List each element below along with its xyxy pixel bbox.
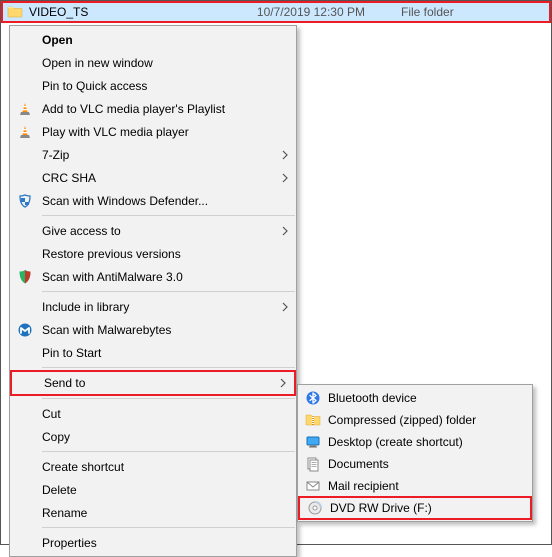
menu-vlc-play[interactable]: Play with VLC media player	[10, 120, 296, 143]
menu-open-label: Open	[42, 33, 288, 47]
folder-icon	[7, 4, 23, 20]
menu-separator	[42, 215, 295, 216]
submenu-compressed[interactable]: Compressed (zipped) folder	[298, 409, 532, 431]
menu-label: Pin to Quick access	[42, 79, 288, 93]
menu-copy[interactable]: Copy	[10, 425, 296, 448]
vlc-icon	[14, 100, 36, 118]
chevron-right-icon	[276, 150, 288, 160]
menu-restore-versions[interactable]: Restore previous versions	[10, 242, 296, 265]
bluetooth-icon	[302, 389, 324, 407]
menu-label: Add to VLC media player's Playlist	[42, 102, 288, 116]
blank-icon	[14, 405, 36, 423]
blank-icon	[14, 77, 36, 95]
submenu-label: Bluetooth device	[328, 391, 524, 405]
menu-crc-sha[interactable]: CRC SHA	[10, 166, 296, 189]
blank-icon	[14, 222, 36, 240]
menu-separator	[42, 291, 295, 292]
menu-give-access[interactable]: Give access to	[10, 219, 296, 242]
file-type: File folder	[371, 5, 545, 19]
menu-label: CRC SHA	[42, 171, 276, 185]
menu-cut[interactable]: Cut	[10, 402, 296, 425]
blank-icon	[14, 169, 36, 187]
menu-label: Properties	[42, 536, 288, 550]
blank-icon	[14, 534, 36, 552]
menu-label: Play with VLC media player	[42, 125, 288, 139]
menu-label: Pin to Start	[42, 346, 288, 360]
mail-icon	[302, 477, 324, 495]
menu-label: Copy	[42, 430, 288, 444]
file-list-row[interactable]: VIDEO_TS 10/7/2019 12:30 PM File folder	[1, 1, 551, 23]
defender-shield-icon	[14, 192, 36, 210]
submenu-bluetooth[interactable]: Bluetooth device	[298, 387, 532, 409]
documents-icon	[302, 455, 324, 473]
menu-create-shortcut[interactable]: Create shortcut	[10, 455, 296, 478]
zip-folder-icon	[302, 411, 324, 429]
blank-icon	[14, 428, 36, 446]
menu-rename[interactable]: Rename	[10, 501, 296, 524]
blank-icon	[14, 481, 36, 499]
blank-icon	[14, 54, 36, 72]
menu-scan-antimalware[interactable]: Scan with AntiMalware 3.0	[10, 265, 296, 288]
menu-include-library[interactable]: Include in library	[10, 295, 296, 318]
submenu-documents[interactable]: Documents	[298, 453, 532, 475]
menu-label: Scan with Malwarebytes	[42, 323, 288, 337]
menu-pin-start[interactable]: Pin to Start	[10, 341, 296, 364]
menu-separator	[42, 527, 295, 528]
menu-label: Delete	[42, 483, 288, 497]
chevron-right-icon	[276, 226, 288, 236]
menu-scan-malwarebytes[interactable]: Scan with Malwarebytes	[10, 318, 296, 341]
menu-label: Restore previous versions	[42, 247, 288, 261]
menu-vlc-playlist[interactable]: Add to VLC media player's Playlist	[10, 97, 296, 120]
menu-separator	[42, 398, 295, 399]
submenu-label: Compressed (zipped) folder	[328, 413, 524, 427]
menu-pin-quick-access[interactable]: Pin to Quick access	[10, 74, 296, 97]
antimalware-shield-icon	[14, 268, 36, 286]
menu-label: Give access to	[42, 224, 276, 238]
menu-label: Rename	[42, 506, 288, 520]
chevron-right-icon	[276, 302, 288, 312]
context-menu: Open Open in new window Pin to Quick acc…	[9, 25, 297, 557]
submenu-label: DVD RW Drive (F:)	[330, 501, 522, 515]
menu-send-to[interactable]: Send to	[10, 370, 296, 396]
menu-delete[interactable]: Delete	[10, 478, 296, 501]
blank-icon	[14, 344, 36, 362]
menu-properties[interactable]: Properties	[10, 531, 296, 554]
menu-label: Include in library	[42, 300, 276, 314]
blank-icon	[14, 31, 36, 49]
menu-separator	[42, 451, 295, 452]
file-date: 10/7/2019 12:30 PM	[235, 5, 365, 19]
menu-separator	[42, 367, 295, 368]
chevron-right-icon	[274, 378, 286, 388]
submenu-label: Documents	[328, 457, 524, 471]
menu-label: Send to	[44, 376, 274, 390]
malwarebytes-icon	[14, 321, 36, 339]
menu-label: Scan with Windows Defender...	[42, 194, 288, 208]
menu-open[interactable]: Open	[10, 28, 296, 51]
send-to-submenu: Bluetooth device Compressed (zipped) fol…	[297, 384, 533, 522]
menu-label: Scan with AntiMalware 3.0	[42, 270, 288, 284]
blank-icon	[14, 504, 36, 522]
submenu-label: Mail recipient	[328, 479, 524, 493]
file-name: VIDEO_TS	[29, 5, 229, 19]
menu-label: Cut	[42, 407, 288, 421]
dvd-drive-icon	[304, 499, 326, 517]
menu-label: Open in new window	[42, 56, 288, 70]
blank-icon	[14, 298, 36, 316]
blank-icon	[14, 146, 36, 164]
submenu-mail[interactable]: Mail recipient	[298, 475, 532, 497]
menu-scan-defender[interactable]: Scan with Windows Defender...	[10, 189, 296, 212]
vlc-icon	[14, 123, 36, 141]
desktop-icon	[302, 433, 324, 451]
menu-open-new-window[interactable]: Open in new window	[10, 51, 296, 74]
submenu-dvd-rw[interactable]: DVD RW Drive (F:)	[298, 496, 532, 520]
blank-icon	[14, 458, 36, 476]
submenu-desktop-shortcut[interactable]: Desktop (create shortcut)	[298, 431, 532, 453]
menu-label: 7-Zip	[42, 148, 276, 162]
blank-icon	[16, 374, 38, 392]
submenu-label: Desktop (create shortcut)	[328, 435, 524, 449]
menu-7zip[interactable]: 7-Zip	[10, 143, 296, 166]
menu-label: Create shortcut	[42, 460, 288, 474]
blank-icon	[14, 245, 36, 263]
chevron-right-icon	[276, 173, 288, 183]
